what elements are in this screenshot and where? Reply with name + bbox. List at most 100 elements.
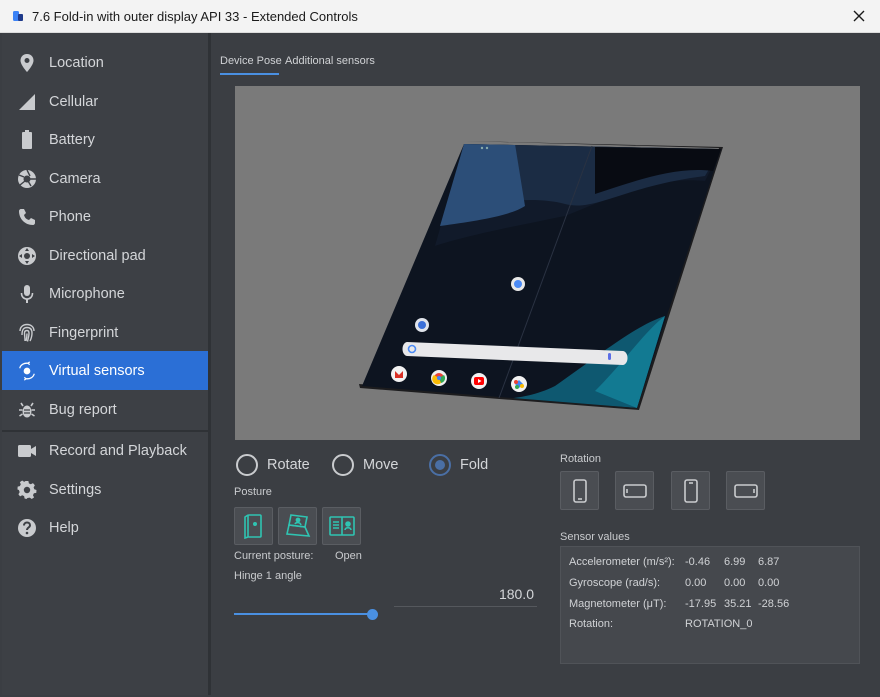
tab-additional-sensors[interactable]: Additional sensors (285, 55, 375, 67)
posture-open-icon (328, 516, 355, 536)
sidebar-item-label: Camera (49, 170, 101, 187)
sidebar-item-record-and-playback[interactable]: Record and Playback (2, 431, 209, 470)
fingerprint-icon (17, 323, 37, 343)
video-camera-icon (17, 441, 37, 461)
phone-icon (17, 207, 37, 227)
posture-tabletop-button[interactable] (278, 507, 317, 545)
sidebar-item-microphone[interactable]: Microphone (2, 274, 209, 313)
phone-reverse-landscape-icon (733, 483, 758, 498)
gear-icon (17, 479, 37, 500)
sidebar-item-label: Cellular (49, 93, 99, 110)
rotation-portrait-button[interactable] (560, 471, 599, 510)
sidebar-item-fingerprint[interactable]: Fingerprint (2, 313, 209, 352)
dpad-icon (17, 246, 37, 266)
battery-icon (17, 129, 37, 150)
sidebar-item-label: Battery (49, 131, 95, 148)
posture-tabletop-icon (285, 514, 310, 537)
tab-device-pose[interactable]: Device Pose (220, 55, 282, 67)
sidebar-item-label: Help (49, 519, 79, 536)
sidebar-item-location[interactable]: Location (2, 43, 209, 82)
help-icon (17, 518, 37, 538)
sensor-name: Magnetometer (μT): (569, 598, 667, 610)
sidebar-item-phone[interactable]: Phone (2, 197, 209, 236)
rotation-landscape-button[interactable] (615, 471, 654, 510)
sensor-value: -17.95 (685, 598, 717, 610)
current-posture-label: Current posture: (234, 550, 314, 562)
sidebar-item-label: Directional pad (49, 247, 146, 264)
radio-label: Move (363, 457, 399, 473)
hinge-value-underline (394, 606, 537, 607)
sensor-name: Accelerometer (m/s²): (569, 556, 675, 568)
active-tab-indicator (220, 73, 279, 75)
radio-circle (332, 454, 354, 476)
sidebar-item-label: Bug report (49, 401, 117, 418)
sidebar-item-label: Phone (49, 208, 91, 225)
current-posture-value: Open (335, 550, 362, 562)
close-button[interactable] (848, 5, 870, 27)
rotation-reverse-portrait-button[interactable] (671, 471, 710, 510)
sidebar-item-cellular[interactable]: Cellular (2, 82, 209, 121)
virtual-sensors-panel: Device Pose Additional sensors Rotate Mo… (211, 33, 878, 695)
foldable-device-render (359, 141, 723, 410)
sensor-value: 6.99 (724, 556, 746, 568)
sidebar-item-label: Fingerprint (49, 324, 119, 341)
location-pin-icon (17, 53, 37, 73)
emulator-app-icon (13, 11, 23, 21)
sensor-value: 35.21 (724, 598, 752, 610)
rotation-reverse-landscape-button[interactable] (726, 471, 765, 510)
close-icon (853, 10, 865, 22)
sensor-value: 0.00 (724, 577, 746, 589)
extended-controls-window: 7.6 Fold-in with outer display API 33 - … (0, 0, 880, 697)
hinge-angle-value[interactable]: 180.0 (394, 586, 534, 602)
sidebar-item-directional-pad[interactable]: Directional pad (2, 236, 209, 275)
sensor-value: 0.00 (685, 577, 707, 589)
phone-portrait-icon (572, 478, 587, 503)
sidebar-item-settings[interactable]: Settings (2, 470, 209, 509)
sidebar-item-label: Location (49, 54, 104, 71)
sensor-values-table: Accelerometer (m/s²): -0.46 6.99 6.87 Gy… (560, 546, 860, 664)
radio-circle (429, 454, 451, 476)
mode-radio-rotate[interactable]: Rotate (236, 454, 310, 476)
microphone-icon (17, 284, 37, 304)
rotation-label: Rotation (560, 453, 601, 465)
sidebar-item-bug-report[interactable]: Bug report (2, 390, 209, 429)
sensor-value: -0.46 (685, 556, 711, 568)
posture-closed-icon (243, 514, 262, 539)
device-pose-preview[interactable] (235, 86, 860, 440)
title-bar: 7.6 Fold-in with outer display API 33 - … (0, 0, 880, 33)
sensor-value: ROTATION_0 (685, 618, 753, 630)
posture-open-button[interactable] (322, 507, 361, 545)
sidebar-item-camera[interactable]: Camera (2, 159, 209, 198)
sidebar-item-battery[interactable]: Battery (2, 120, 209, 159)
posture-label: Posture (234, 486, 272, 498)
bug-icon (17, 400, 37, 420)
sidebar-item-virtual-sensors[interactable]: Virtual sensors (2, 351, 209, 390)
hinge-angle-label: Hinge 1 angle (234, 570, 302, 582)
phone-landscape-icon (622, 483, 647, 498)
sensor-values-label: Sensor values (560, 531, 630, 543)
mode-radio-fold[interactable]: Fold (429, 454, 488, 476)
sensor-value: -28.56 (758, 598, 790, 610)
sensor-name: Gyroscope (rad/s): (569, 577, 661, 589)
sidebar: Location Cellular Battery Camera Phone D… (2, 33, 209, 695)
sidebar-item-label: Virtual sensors (49, 362, 145, 379)
posture-closed-button[interactable] (234, 507, 273, 545)
radio-circle (236, 454, 258, 476)
hinge-angle-slider-track[interactable] (234, 613, 374, 615)
sensor-value: 0.00 (758, 577, 780, 589)
sidebar-item-label: Settings (49, 481, 102, 498)
virtual-sensors-icon (17, 360, 37, 381)
sensor-value: 6.87 (758, 556, 780, 568)
signal-icon (17, 92, 37, 112)
window-title: 7.6 Fold-in with outer display API 33 - … (32, 9, 358, 24)
sidebar-item-label: Microphone (49, 285, 125, 302)
radio-label: Rotate (267, 457, 310, 473)
sidebar-item-label: Record and Playback (49, 442, 187, 459)
sidebar-item-help[interactable]: Help (2, 508, 209, 547)
mode-radio-move[interactable]: Move (332, 454, 398, 476)
radio-label: Fold (460, 457, 489, 473)
camera-aperture-icon (17, 169, 37, 189)
phone-reverse-portrait-icon (683, 478, 698, 503)
hinge-angle-slider-handle[interactable] (367, 609, 378, 620)
sensor-name: Rotation: (569, 618, 614, 630)
